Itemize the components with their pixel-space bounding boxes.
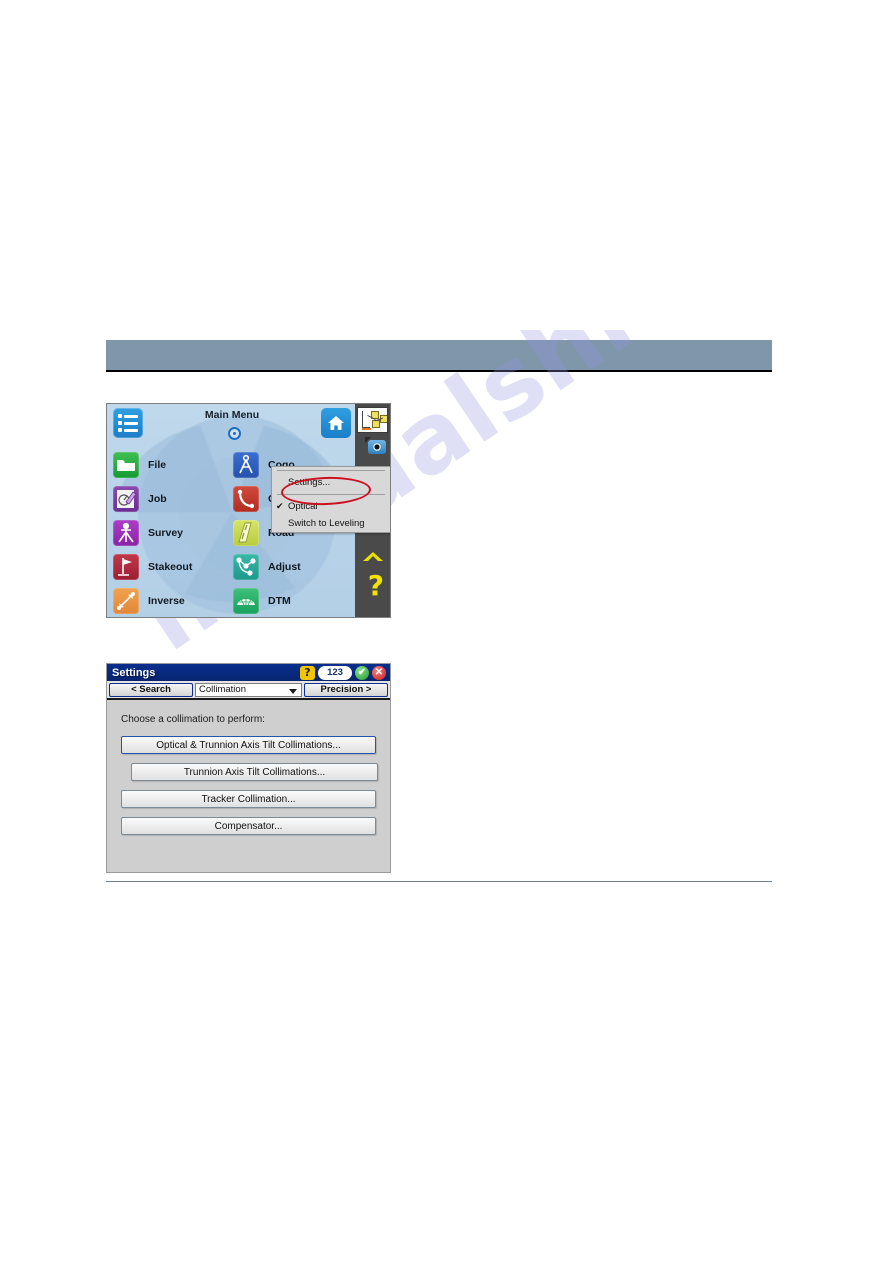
menu-item-label: Inverse [148, 595, 185, 607]
compensator-button[interactable]: Compensator... [121, 817, 376, 835]
job-pencil-icon [113, 486, 139, 512]
settings-dialog-screenshot: Settings ? 123 ✔ ✕ < Search Collimation … [106, 663, 391, 873]
precision-next-button[interactable]: Precision > [304, 682, 388, 697]
numeric-keypad-icon[interactable]: 123 [318, 665, 352, 680]
adjust-network-icon [233, 554, 259, 580]
menu-separator-mid [277, 494, 385, 495]
back-search-button[interactable]: < Search [109, 682, 193, 697]
menu-separator-top [277, 470, 385, 471]
help-icon[interactable]: ? [300, 665, 315, 680]
flag-icon [113, 554, 139, 580]
menu-item-job[interactable]: Job [113, 482, 233, 516]
optical-trunnion-collimations-button[interactable]: Optical & Trunnion Axis Tilt Collimation… [121, 736, 376, 754]
settings-body: Choose a collimation to perform: Optical… [107, 700, 390, 872]
context-menu-item-optical[interactable]: ✔ Optical [272, 498, 390, 515]
collimation-select-value: Collimation [199, 684, 246, 695]
checkmark-icon: ✔ [276, 501, 284, 511]
collimation-action-list: Optical & Trunnion Axis Tilt Collimation… [121, 736, 378, 844]
dtm-mesh-icon [233, 588, 259, 614]
list-menu-icon[interactable] [113, 408, 143, 438]
settings-titlebar: Settings ? 123 ✔ ✕ [107, 664, 390, 681]
menu-item-label: Adjust [268, 561, 301, 573]
menu-item-label: Survey [148, 527, 184, 539]
collimation-select[interactable]: Collimation [195, 682, 302, 697]
main-menu-title: Main Menu [204, 409, 260, 421]
menu-item-inverse[interactable]: Inverse [113, 584, 233, 617]
main-menu-page-indicator[interactable] [228, 427, 241, 440]
page-header-rule [106, 370, 772, 372]
trunnion-axis-tilt-collimations-button[interactable]: Trunnion Axis Tilt Collimations... [131, 763, 378, 781]
page-header-band [106, 340, 772, 370]
tripod-icon [113, 520, 139, 546]
folder-icon [113, 452, 139, 478]
chevron-down-icon [289, 688, 297, 694]
menu-item-label: Job [148, 493, 167, 505]
menu-item-label: Stakeout [148, 561, 193, 573]
settings-toolbar: < Search Collimation Precision > [107, 681, 390, 698]
accept-icon[interactable]: ✔ [355, 665, 369, 680]
menu-item-dtm[interactable]: DTM [233, 584, 353, 617]
chevron-up-icon[interactable] [363, 552, 383, 562]
menu-item-adjust[interactable]: Adjust [233, 550, 353, 584]
map-thumbnail-icon[interactable] [357, 407, 388, 433]
settings-title: Settings [112, 666, 156, 679]
titlebar-buttons: ? 123 ✔ ✕ [300, 665, 386, 680]
home-icon[interactable] [321, 408, 351, 438]
context-menu: Settings... ✔ Optical Switch to Leveling [271, 466, 390, 533]
close-icon[interactable]: ✕ [372, 665, 386, 680]
camera-icon[interactable] [365, 437, 387, 455]
menu-item-survey[interactable]: Survey [113, 516, 233, 550]
collimation-prompt: Choose a collimation to perform: [121, 714, 265, 725]
menu-item-label: DTM [268, 595, 291, 607]
main-menu-screenshot: Main Menu ? File Job Survey Stakeout Inv… [106, 403, 391, 618]
compass-divider-icon [233, 452, 259, 478]
main-menu-left-column: File Job Survey Stakeout Inverse [113, 448, 233, 617]
context-menu-item-settings[interactable]: Settings... [272, 474, 390, 491]
page-footer-rule [106, 881, 772, 882]
context-menu-item-switch-to-leveling[interactable]: Switch to Leveling [272, 515, 390, 532]
menu-item-label: File [148, 459, 167, 471]
menu-item-stakeout[interactable]: Stakeout [113, 550, 233, 584]
menu-item-file[interactable]: File [113, 448, 233, 482]
road-icon [233, 520, 259, 546]
context-menu-item-label: Optical [288, 501, 318, 512]
help-question-icon[interactable]: ? [368, 572, 384, 600]
inverse-arrow-icon [113, 588, 139, 614]
curve-icon [233, 486, 259, 512]
tracker-collimation-button[interactable]: Tracker Collimation... [121, 790, 376, 808]
